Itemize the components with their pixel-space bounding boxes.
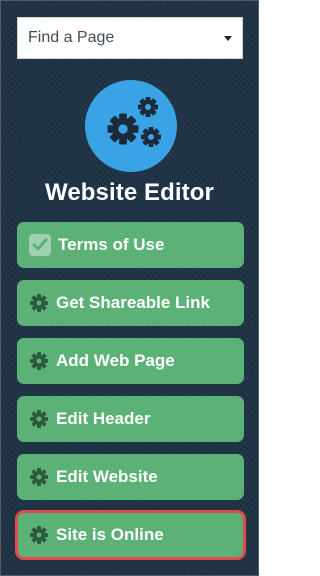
chevron-down-icon (224, 35, 232, 41)
gear-icon (29, 351, 49, 371)
site-is-online-label: Site is Online (56, 525, 164, 544)
gear-icon (29, 467, 49, 487)
edit-header-label: Edit Header (56, 409, 151, 428)
page-title: Website Editor (45, 179, 214, 206)
gear-icon (29, 293, 49, 313)
gear-icon (29, 409, 49, 429)
check-icon (29, 234, 51, 256)
gear-icon (29, 525, 49, 545)
get-shareable-link-button[interactable]: Get Shareable Link (17, 280, 244, 326)
find-page-label: Find a Page (28, 29, 115, 46)
sidebar-panel: Find a Page Website Editor Terms of Use … (0, 0, 259, 576)
edit-website-button[interactable]: Edit Website (17, 454, 244, 500)
gears-icon (85, 80, 177, 172)
site-is-online-button[interactable]: Site is Online (15, 510, 246, 560)
find-page-select[interactable]: Find a Page (17, 17, 243, 59)
edit-header-button[interactable]: Edit Header (17, 396, 244, 442)
terms-of-use-label: Terms of Use (58, 235, 165, 254)
edit-website-label: Edit Website (56, 467, 158, 486)
add-web-page-label: Add Web Page (56, 351, 175, 370)
terms-of-use-button[interactable]: Terms of Use (17, 222, 244, 268)
get-shareable-link-label: Get Shareable Link (56, 293, 210, 312)
add-web-page-button[interactable]: Add Web Page (17, 338, 244, 384)
